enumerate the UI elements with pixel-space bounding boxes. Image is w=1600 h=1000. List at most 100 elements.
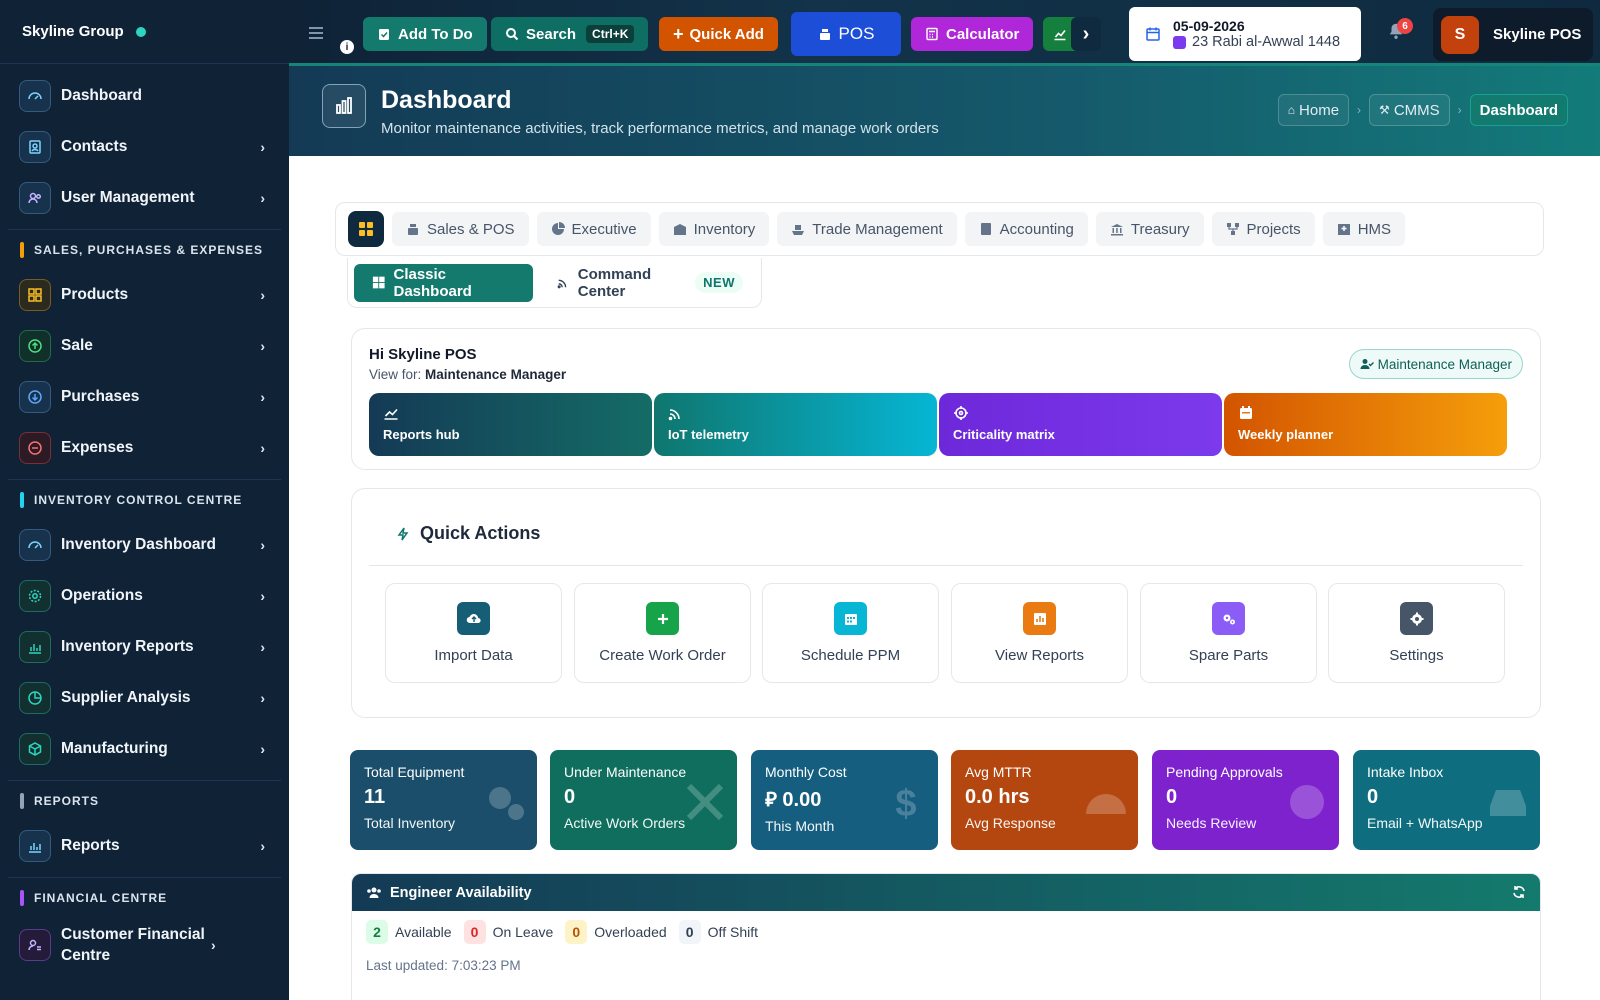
- quick-add-label: Quick Add: [689, 25, 764, 43]
- stat-card-pending-approvals[interactable]: Pending Approvals 0 Needs Review: [1152, 750, 1339, 850]
- add-todo-label: Add To Do: [398, 25, 473, 43]
- module-tabs: Sales & POS Executive Inventory Trade Ma…: [335, 202, 1544, 256]
- sidebar-item-customer-financial-centre[interactable]: Customer Financial Centre ›: [0, 917, 289, 973]
- chevron-right-icon: ›: [260, 587, 265, 604]
- shortcut-label: IoT telemetry: [668, 427, 749, 442]
- settings-button[interactable]: Settings: [1328, 583, 1505, 683]
- action-label: Schedule PPM: [800, 647, 901, 664]
- stat-card-avg-mttr[interactable]: Avg MTTR 0.0 hrs Avg Response: [951, 750, 1138, 850]
- calendar-icon: [1146, 27, 1160, 41]
- shortcut-label: Weekly planner: [1238, 427, 1334, 442]
- view-for-value: Maintenance Manager: [425, 367, 567, 382]
- chevron-right-icon: ›: [260, 286, 265, 303]
- tab-treasury[interactable]: Treasury: [1095, 212, 1204, 246]
- stat-card-intake-inbox[interactable]: Intake Inbox 0 Email + WhatsApp: [1353, 750, 1540, 850]
- search-shortcut: Ctrl+K: [586, 25, 635, 43]
- tab-classic-dashboard[interactable]: Classic Dashboard: [354, 263, 533, 302]
- sidebar-item-reports[interactable]: Reports ›: [0, 820, 289, 871]
- sidebar-item-label: Purchases: [61, 388, 140, 405]
- avatar: S: [1441, 15, 1479, 54]
- sidebar-item-label: Customer Financial Centre: [61, 926, 205, 964]
- home-icon: ⌂: [1287, 103, 1296, 117]
- sidebar-item-sale[interactable]: Sale ›: [0, 320, 289, 371]
- weekly-planner-shortcut[interactable]: Weekly planner: [1224, 393, 1507, 456]
- stat-card-under-maintenance[interactable]: Under Maintenance 0 Active Work Orders: [550, 750, 737, 850]
- breadcrumb-label: Home: [1299, 101, 1340, 119]
- role-selector[interactable]: Maintenance Manager: [1348, 349, 1523, 379]
- breadcrumb-home[interactable]: ⌂ Home: [1277, 94, 1350, 126]
- overloaded-label: Overloaded: [594, 924, 667, 940]
- sidebar-item-label: User Management: [61, 189, 195, 206]
- section-marker: [20, 241, 24, 258]
- search-button[interactable]: Search Ctrl+K: [491, 17, 649, 51]
- toolbar-scroll-right-button[interactable]: ›: [1071, 17, 1101, 51]
- stat-card-monthly-cost[interactable]: Monthly Cost ⃁ 0.00 This Month $: [751, 750, 938, 850]
- pos-button[interactable]: POS: [791, 12, 901, 56]
- sidebar-item-user-management[interactable]: User Management ›: [0, 172, 289, 223]
- sidebar-item-dashboard[interactable]: Dashboard: [0, 70, 289, 121]
- create-work-order-button[interactable]: Create Work Order: [574, 583, 751, 683]
- chevron-right-icon: ›: [260, 337, 265, 354]
- sidebar-item-expenses[interactable]: Expenses ›: [0, 422, 289, 473]
- sidebar-item-label: Reports: [61, 837, 120, 854]
- reports-hub-shortcut[interactable]: Reports hub: [369, 393, 652, 456]
- brand[interactable]: Skyline Group: [0, 0, 289, 64]
- bank-icon: [1110, 224, 1123, 236]
- engineer-availability-header: Engineer Availability: [352, 874, 1540, 911]
- page-subtitle: Monitor maintenance activities, track pe…: [381, 120, 939, 137]
- spare-parts-button[interactable]: Spare Parts: [1140, 583, 1317, 683]
- sidebar-item-contacts[interactable]: Contacts ›: [0, 121, 289, 172]
- sidebar-item-label: Manufacturing: [61, 740, 168, 757]
- pie-chart-icon: [551, 222, 565, 235]
- main-content: Sales & POS Executive Inventory Trade Ma…: [289, 156, 1600, 1000]
- tab-sales-pos[interactable]: Sales & POS: [392, 212, 529, 246]
- tab-accounting[interactable]: Accounting: [964, 212, 1088, 246]
- tab-projects[interactable]: Projects: [1211, 212, 1315, 246]
- notification-count-badge: 6: [1397, 18, 1413, 34]
- svg-text:$: $: [895, 783, 916, 824]
- schedule-ppm-button[interactable]: Schedule PPM: [762, 583, 939, 683]
- view-reports-button[interactable]: View Reports: [951, 583, 1128, 683]
- sidebar-item-label: Sale: [61, 337, 93, 354]
- sidebar-item-supplier-analysis[interactable]: Supplier Analysis ›: [0, 672, 289, 723]
- hamburger-icon[interactable]: [309, 27, 323, 39]
- add-todo-button[interactable]: Add To Do: [363, 17, 487, 51]
- sidebar-item-purchases[interactable]: Purchases ›: [0, 371, 289, 422]
- sidebar-item-manufacturing[interactable]: Manufacturing ›: [0, 723, 289, 774]
- search-label: Search: [526, 25, 577, 43]
- gregorian-date: 05-09-2026: [1173, 18, 1245, 34]
- calendar-icon: [1240, 406, 1252, 419]
- tab-executive[interactable]: Executive: [536, 212, 651, 246]
- gauge-icon: [1086, 794, 1126, 814]
- engineer-availability-card: Engineer Availability 2 Available 0 On L…: [351, 873, 1541, 1000]
- module-grid-button[interactable]: [348, 211, 384, 247]
- chevron-right-icon: ›: [260, 837, 265, 854]
- calculator-button[interactable]: Calculator: [911, 17, 1034, 51]
- online-status-dot: [135, 26, 146, 37]
- chevron-right-icon: ›: [260, 189, 265, 206]
- tab-inventory[interactable]: Inventory: [658, 212, 770, 246]
- stat-card-total-equipment[interactable]: Total Equipment 11 Total Inventory: [350, 750, 537, 850]
- chevron-right-icon: ›: [260, 388, 265, 405]
- sidebar-item-inventory-reports[interactable]: Inventory Reports ›: [0, 621, 289, 672]
- sidebar-item-products[interactable]: Products ›: [0, 269, 289, 320]
- refresh-icon[interactable]: [1512, 885, 1526, 899]
- tab-hms[interactable]: HMS: [1322, 212, 1406, 246]
- tab-command-center[interactable]: Command Center NEW: [539, 264, 761, 302]
- tab-trade-management[interactable]: Trade Management: [777, 212, 957, 246]
- profile-menu[interactable]: S Skyline POS: [1433, 8, 1593, 61]
- dollar-icon: $: [895, 783, 916, 824]
- quick-add-button[interactable]: + Quick Add: [659, 17, 778, 51]
- iot-telemetry-shortcut[interactable]: IoT telemetry: [654, 393, 937, 456]
- section-marker: [20, 491, 24, 508]
- sidebar-item-operations[interactable]: Operations ›: [0, 570, 289, 621]
- tab-label: Trade Management: [812, 220, 943, 238]
- import-data-button[interactable]: Import Data: [385, 583, 562, 683]
- shortcut-label: Criticality matrix: [953, 427, 1055, 442]
- breadcrumb-cmms[interactable]: ⚒ CMMS: [1369, 94, 1450, 126]
- tab-label: Executive: [571, 220, 637, 238]
- sidebar-item-inventory-dashboard[interactable]: Inventory Dashboard ›: [0, 519, 289, 570]
- info-icon[interactable]: i: [340, 40, 354, 54]
- criticality-matrix-shortcut[interactable]: Criticality matrix: [939, 393, 1222, 456]
- dashboard-view-tabs: Classic Dashboard Command Center NEW: [347, 258, 762, 308]
